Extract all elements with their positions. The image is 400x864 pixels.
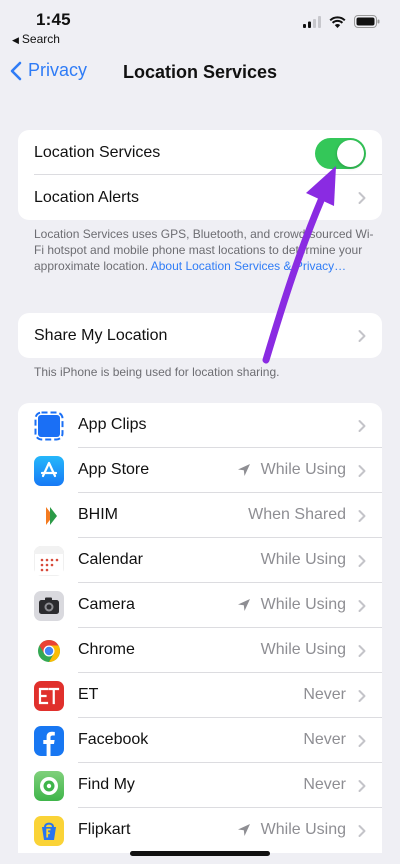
calendar-icon xyxy=(34,546,64,576)
app-row-find-my[interactable]: Find My Never xyxy=(18,763,382,808)
apps-list: App Clips App Store While Using BHIM Whe… xyxy=(18,403,382,853)
location-services-row: Location Services xyxy=(18,130,382,175)
app-row-calendar[interactable]: Calendar While Using xyxy=(18,538,382,583)
location-arrow-icon xyxy=(237,824,250,836)
signal-icon xyxy=(303,15,321,28)
app-status: While Using xyxy=(237,821,346,839)
app-row-app-clips[interactable]: App Clips xyxy=(18,403,382,448)
share-location-footnote: This iPhone is being used for location s… xyxy=(34,365,280,379)
app-status: While Using xyxy=(260,641,346,658)
page-title: Location Services xyxy=(122,62,278,82)
app-row-flipkart[interactable]: Flipkart While Using xyxy=(18,808,382,853)
chevron-right-icon xyxy=(358,419,366,432)
location-services-label: Location Services xyxy=(34,143,161,161)
home-indicator xyxy=(130,851,270,856)
app-row-bhim[interactable]: BHIM When Shared xyxy=(18,493,382,538)
app-name: Facebook xyxy=(78,731,149,748)
app-store-icon xyxy=(34,456,64,486)
app-row-app-store[interactable]: App Store While Using xyxy=(18,448,382,493)
share-my-location-row[interactable]: Share My Location xyxy=(18,313,382,358)
navigation-bar: Privacy Location Services xyxy=(0,54,400,94)
chevron-right-icon xyxy=(358,824,366,837)
app-name: App Clips xyxy=(78,416,147,433)
chevron-right-icon xyxy=(358,191,366,204)
app-status: Never xyxy=(303,776,346,793)
app-name: Chrome xyxy=(78,641,135,658)
battery-icon xyxy=(354,15,380,28)
chevron-right-icon xyxy=(358,464,366,477)
wifi-icon xyxy=(329,15,346,28)
app-clips-icon xyxy=(34,411,64,441)
app-name: Flipkart xyxy=(78,821,131,838)
chrome-icon xyxy=(34,636,64,666)
chevron-right-icon xyxy=(358,644,366,657)
app-row-camera[interactable]: Camera While Using xyxy=(18,583,382,628)
app-name: Camera xyxy=(78,596,135,613)
status-icons xyxy=(303,15,380,28)
app-status: When Shared xyxy=(248,506,346,523)
chevron-right-icon xyxy=(358,509,366,522)
location-alerts-row[interactable]: Location Alerts xyxy=(18,175,382,220)
chevron-right-icon xyxy=(358,689,366,702)
back-to-search-label: Search xyxy=(21,32,60,46)
share-my-location-label: Share My Location xyxy=(34,326,168,344)
location-services-footnote: Location Services uses GPS, Bluetooth, a… xyxy=(34,226,374,274)
app-status: While Using xyxy=(237,596,346,614)
chevron-right-icon xyxy=(358,734,366,747)
back-to-search-link[interactable]: ◀ Search xyxy=(12,32,60,46)
location-alerts-label: Location Alerts xyxy=(34,188,139,206)
status-bar: 1:45 ◀ Search xyxy=(0,0,400,50)
app-name: Calendar xyxy=(78,551,143,568)
search-back-icon: ◀ xyxy=(12,35,19,45)
app-name: Find My xyxy=(78,776,135,793)
app-row-facebook[interactable]: Facebook Never xyxy=(18,718,382,763)
app-row-chrome[interactable]: Chrome While Using xyxy=(18,628,382,673)
facebook-icon xyxy=(34,726,64,756)
find-my-icon xyxy=(34,771,64,801)
app-status: Never xyxy=(303,686,346,703)
chevron-right-icon xyxy=(358,329,366,342)
status-time: 1:45 xyxy=(36,10,71,29)
location-settings-group: Location Services Location Alerts xyxy=(18,130,382,220)
app-status: While Using xyxy=(237,461,346,479)
app-name: ET xyxy=(78,686,99,703)
et-icon xyxy=(34,681,64,711)
toggle-knob xyxy=(337,140,364,167)
app-name: App Store xyxy=(78,461,150,478)
about-location-privacy-link[interactable]: About Location Services & Privacy… xyxy=(151,259,346,273)
app-row-et[interactable]: ET Never xyxy=(18,673,382,718)
bhim-icon xyxy=(34,501,64,531)
location-arrow-icon xyxy=(237,464,250,476)
camera-icon xyxy=(34,591,64,621)
share-location-group: Share My Location xyxy=(18,313,382,358)
location-arrow-icon xyxy=(237,599,250,611)
app-status: While Using xyxy=(260,551,346,568)
chevron-right-icon xyxy=(358,599,366,612)
flipkart-icon xyxy=(34,816,64,846)
chevron-right-icon xyxy=(358,554,366,567)
location-services-toggle[interactable] xyxy=(315,138,366,169)
app-name: BHIM xyxy=(78,506,118,523)
app-status: Never xyxy=(303,731,346,748)
chevron-right-icon xyxy=(358,779,366,792)
